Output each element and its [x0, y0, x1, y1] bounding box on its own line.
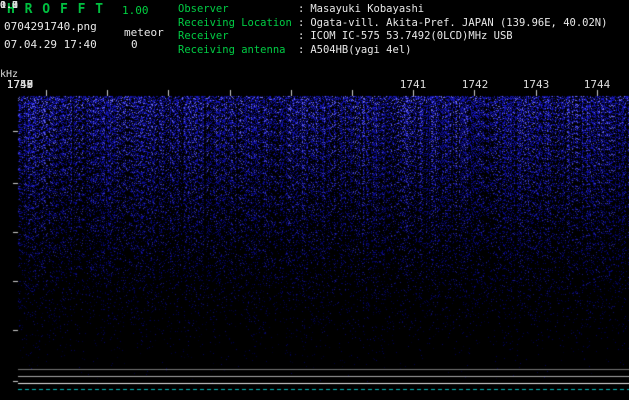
output-filename: 0704291740.png	[4, 20, 97, 33]
spectrogram-canvas	[0, 66, 629, 400]
info-row-location: Receiving Location: Ogata-vill. Akita-Pre…	[178, 17, 607, 31]
info-value: A504HB(yagi 4el)	[310, 43, 412, 56]
info-label: Receiver	[178, 30, 229, 42]
info-separator: :	[298, 16, 305, 29]
time-axis-label: 1743	[522, 78, 550, 91]
info-separator: :	[298, 3, 305, 15]
hrofft-window: H R O F F T 1.00 0704291740.png meteor 0…	[0, 0, 629, 400]
info-row-receiver: Receiver: ICOM IC-575 53.7492(0LCD)MHz US…	[178, 30, 607, 44]
freq-axis-unit: kHz	[0, 69, 19, 80]
info-label: Observer	[178, 3, 229, 15]
info-separator: :	[298, 43, 305, 56]
station-info: Observer: Masayuki Kobayashi Receiving Lo…	[178, 3, 607, 57]
info-label: Receiving antenna	[178, 43, 286, 56]
info-row-antenna: Receiving antenna: A504HB(yagi 4el)	[178, 44, 607, 58]
app-title: H R O F F T	[7, 2, 105, 17]
time-axis-label: 1744	[583, 78, 611, 91]
info-label: Receiving Location	[178, 16, 292, 29]
info-value: ICOM IC-575 53.7492(0LCD)MHz USB	[310, 30, 513, 42]
app-version: 1.00	[122, 4, 149, 17]
freq-axis-label: 0.6	[0, 0, 19, 11]
time-axis-label: 1742	[461, 78, 489, 91]
info-value: Ogata-vill. Akita-Pref. JAPAN (139.96E, …	[310, 16, 608, 29]
info-value: Masayuki Kobayashi	[310, 3, 425, 15]
mode-label: meteor	[124, 26, 164, 39]
time-axis-label: 1741	[399, 78, 427, 91]
datetime-label: 07.04.29 17:40	[4, 38, 97, 51]
info-row-observer: Observer: Masayuki Kobayashi	[178, 3, 607, 17]
info-separator: :	[298, 30, 305, 42]
meteor-count: 0	[131, 38, 138, 51]
